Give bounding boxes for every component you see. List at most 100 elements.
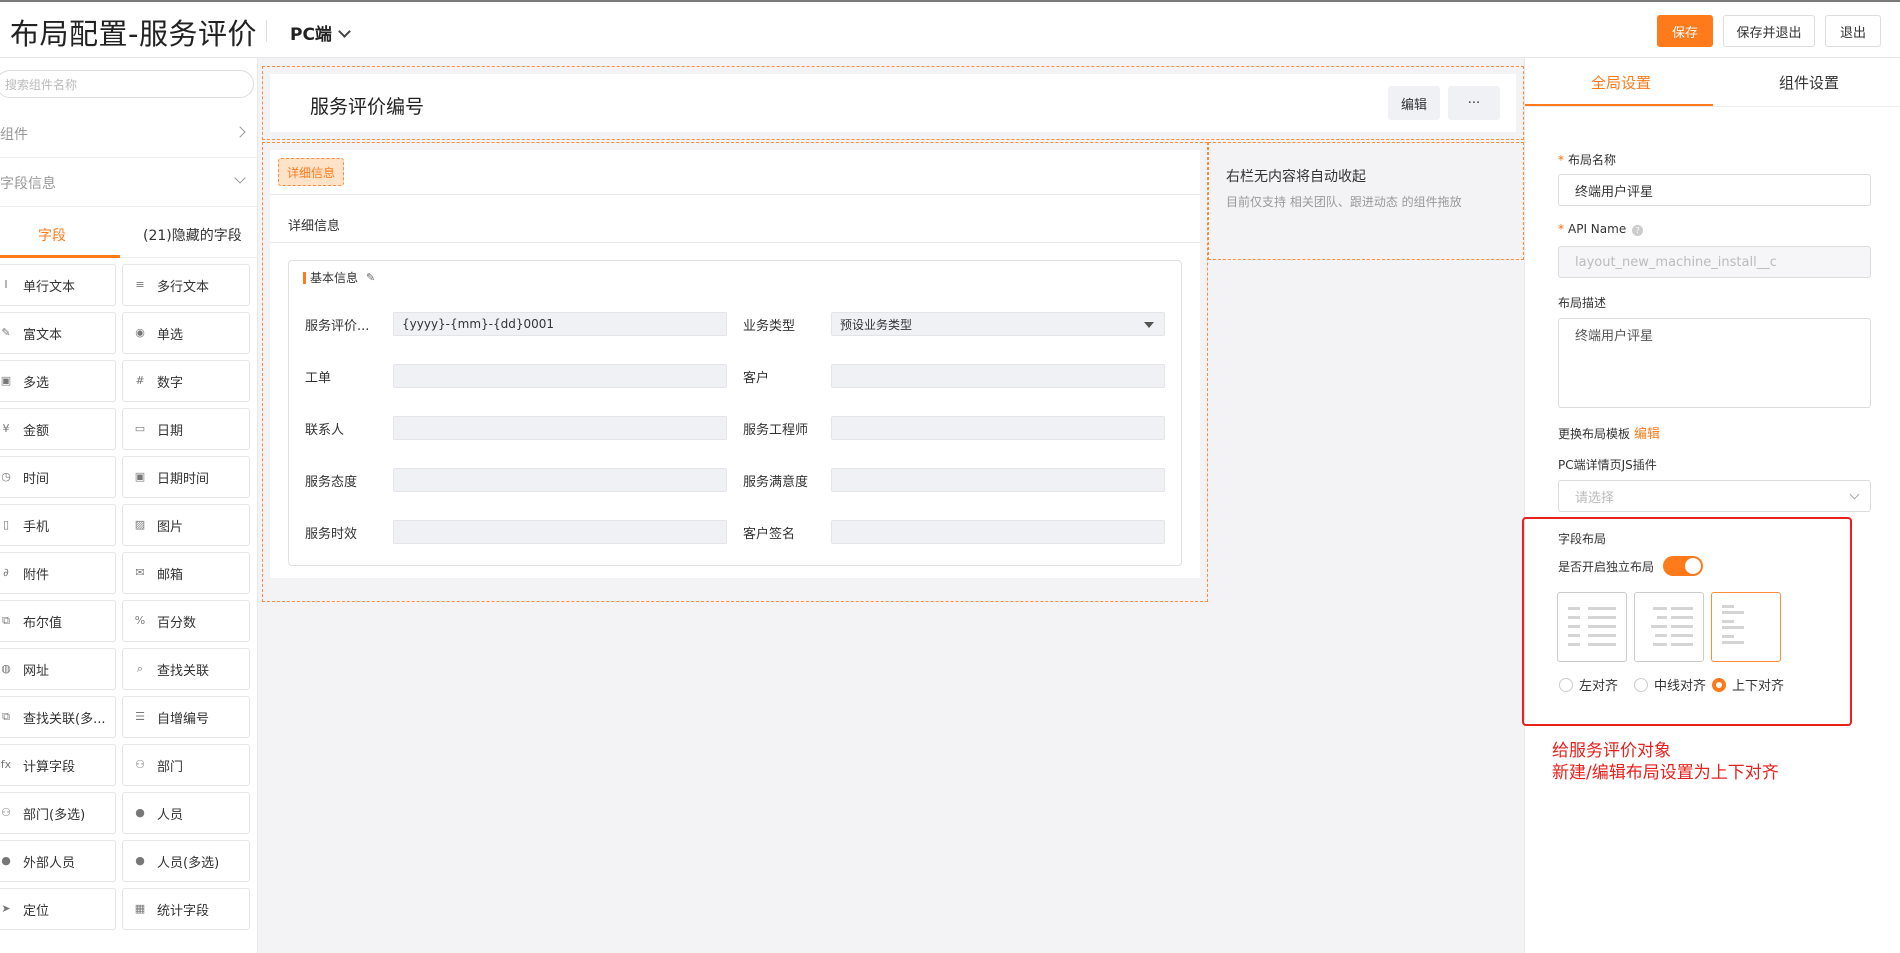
field-palette-item[interactable]: ✉ 邮箱: [122, 552, 250, 594]
independent-layout-toggle[interactable]: [1663, 556, 1703, 576]
layout-option-left-align[interactable]: [1557, 592, 1627, 662]
field-palette-item[interactable]: # 数字: [122, 360, 250, 402]
field-palette-item[interactable]: ⧉ 查找关联(多...: [0, 696, 116, 738]
field-input[interactable]: [393, 520, 727, 544]
tab-component-settings[interactable]: 组件设置: [1779, 72, 1839, 93]
field-palette-item[interactable]: ⚇ 部门: [122, 744, 250, 786]
field-tabs: 字段 (21)隐藏的字段: [0, 208, 257, 258]
field-palette-item[interactable]: ◉ 单选: [122, 312, 250, 354]
group-title: 基本信息 ✎: [303, 269, 375, 286]
right-column-empty-title: 右栏无内容将自动收起: [1226, 169, 1366, 185]
page-title: 布局配置-服务评价: [10, 17, 257, 51]
left-panel: 搜索组件名称 组件 字段信息 字段 (21)隐藏的字段 I 单行文本 ≡ 多行文本 ✎ 富…: [0, 58, 258, 953]
template-edit-link[interactable]: 编辑: [1634, 427, 1660, 442]
top-bar: 布局配置-服务评价 PC端 保存 保存并退出 退出: [0, 0, 1900, 58]
field-input[interactable]: [831, 468, 1165, 492]
field-label: 服务评价...: [305, 319, 370, 334]
field-label: 服务工程师: [743, 423, 809, 438]
radio-top-bottom-align[interactable]: 上下对齐: [1712, 675, 1784, 694]
mail-icon: ✉: [135, 566, 145, 579]
field-palette-item[interactable]: ✎ 富文本: [0, 312, 116, 354]
field-palette-label: 日期时间: [157, 471, 210, 487]
field-input[interactable]: [831, 520, 1165, 544]
list-number-icon: ☰: [135, 710, 145, 723]
chevron-down-icon: [1849, 489, 1860, 500]
component-search-input[interactable]: 搜索组件名称: [0, 70, 254, 98]
platform-dropdown[interactable]: PC端: [290, 20, 351, 45]
basic-info-group[interactable]: 基本信息 ✎ 服务评价... {yyyy}-{mm}-{dd}0001 业务类型 预设…: [288, 260, 1182, 566]
components-section[interactable]: 组件: [0, 110, 257, 158]
globe-icon: ◍: [1, 662, 11, 675]
layout-option-center-align[interactable]: [1634, 592, 1704, 662]
field-palette-item[interactable]: ⚇ 部门(多选): [0, 792, 116, 834]
field-palette-item[interactable]: ▨ 图片: [122, 504, 250, 546]
field-palette-label: 人员(多选): [157, 855, 220, 871]
field-palette-label: 统计字段: [157, 903, 210, 919]
tab-global-settings[interactable]: 全局设置: [1591, 72, 1651, 93]
field-input[interactable]: [831, 364, 1165, 388]
field-input[interactable]: {yyyy}-{mm}-{dd}0001: [393, 312, 727, 336]
radio-left-align[interactable]: 左对齐: [1559, 675, 1618, 694]
edit-button[interactable]: 编辑: [1388, 86, 1440, 120]
field-palette-item[interactable]: ¥ 金额: [0, 408, 116, 450]
divider: [270, 194, 1200, 195]
field-palette-item[interactable]: % 百分数: [122, 600, 250, 642]
field-palette-item[interactable]: ≡ 多行文本: [122, 264, 250, 306]
field-input[interactable]: [831, 416, 1165, 440]
field-palette-item[interactable]: ➤ 定位: [0, 888, 116, 930]
tab-hidden-fields[interactable]: (21)隐藏的字段: [143, 225, 242, 245]
field-palette-label: 富文本: [23, 327, 63, 343]
field-palette-item[interactable]: ☰ 自增编号: [122, 696, 250, 738]
clock-icon: ◷: [1, 470, 11, 483]
field-palette-item[interactable]: ◍ 网址: [0, 648, 116, 690]
field-palette-item[interactable]: ▣ 日期时间: [122, 456, 250, 498]
layout-option-top-bottom-align[interactable]: [1711, 592, 1781, 662]
field-palette-item[interactable]: I 单行文本: [0, 264, 116, 306]
location-icon: ➤: [1, 902, 11, 915]
layout-name-label: * 布局名称: [1558, 153, 1617, 167]
detail-tag[interactable]: 详细信息: [278, 158, 344, 186]
field-palette-item[interactable]: ▭ 日期: [122, 408, 250, 450]
field-palette-item[interactable]: ▦ 统计字段: [122, 888, 250, 930]
pencil-icon[interactable]: ✎: [366, 271, 375, 284]
field-input[interactable]: [393, 364, 727, 388]
field-input[interactable]: [393, 468, 727, 492]
field-palette-item[interactable]: ▣ 多选: [0, 360, 116, 402]
save-exit-button[interactable]: 保存并退出: [1723, 15, 1815, 47]
field-palette-label: 网址: [23, 663, 50, 679]
field-palette-item[interactable]: ⌕ 查找关联: [122, 648, 250, 690]
radio-center-align[interactable]: 中线对齐: [1634, 675, 1706, 694]
field-palette-label: 计算字段: [23, 759, 76, 775]
field-palette-label: 数字: [157, 375, 184, 391]
field-info-section[interactable]: 字段信息: [0, 159, 257, 207]
field-palette-item[interactable]: ◷ 时间: [0, 456, 116, 498]
exit-button[interactable]: 退出: [1825, 15, 1881, 47]
person-icon: ●: [135, 806, 145, 819]
js-plugin-select[interactable]: 请选择: [1558, 480, 1871, 512]
layout-name-input[interactable]: 终端用户评星: [1558, 174, 1871, 206]
active-tab-underline: [0, 255, 120, 258]
field-label: 业务类型: [743, 319, 796, 334]
field-palette-item[interactable]: fx 计算字段: [0, 744, 116, 786]
business-type-select[interactable]: 预设业务类型: [831, 312, 1165, 336]
field-palette-item[interactable]: ● 人员(多选): [122, 840, 250, 882]
save-button[interactable]: 保存: [1657, 15, 1713, 47]
divider: [266, 20, 267, 42]
field-palette-label: 自增编号: [157, 711, 210, 727]
field-palette-item[interactable]: ▯ 手机: [0, 504, 116, 546]
field-palette-label: 单选: [157, 327, 184, 343]
field-palette-item[interactable]: ∂ 附件: [0, 552, 116, 594]
detail-card: 详细信息 详细信息 基本信息 ✎ 服务评价... {yyyy}-{mm}-{dd}…: [270, 150, 1200, 586]
field-palette-item[interactable]: ⧉ 布尔值: [0, 600, 116, 642]
layout-desc-textarea[interactable]: 终端用户评星: [1558, 318, 1871, 408]
radio-circle: [1634, 677, 1648, 692]
phone-icon: ▯: [2, 518, 10, 531]
field-palette-item[interactable]: ● 外部人员: [0, 840, 116, 882]
field-palette-label: 多选: [23, 375, 50, 391]
tab-fields[interactable]: 字段: [38, 225, 66, 245]
more-button[interactable]: ···: [1448, 86, 1500, 120]
field-input[interactable]: [393, 416, 727, 440]
toggle-knob: [1685, 558, 1701, 574]
field-palette-item[interactable]: ● 人员: [122, 792, 250, 834]
radio-label: 中线对齐: [1654, 679, 1707, 694]
